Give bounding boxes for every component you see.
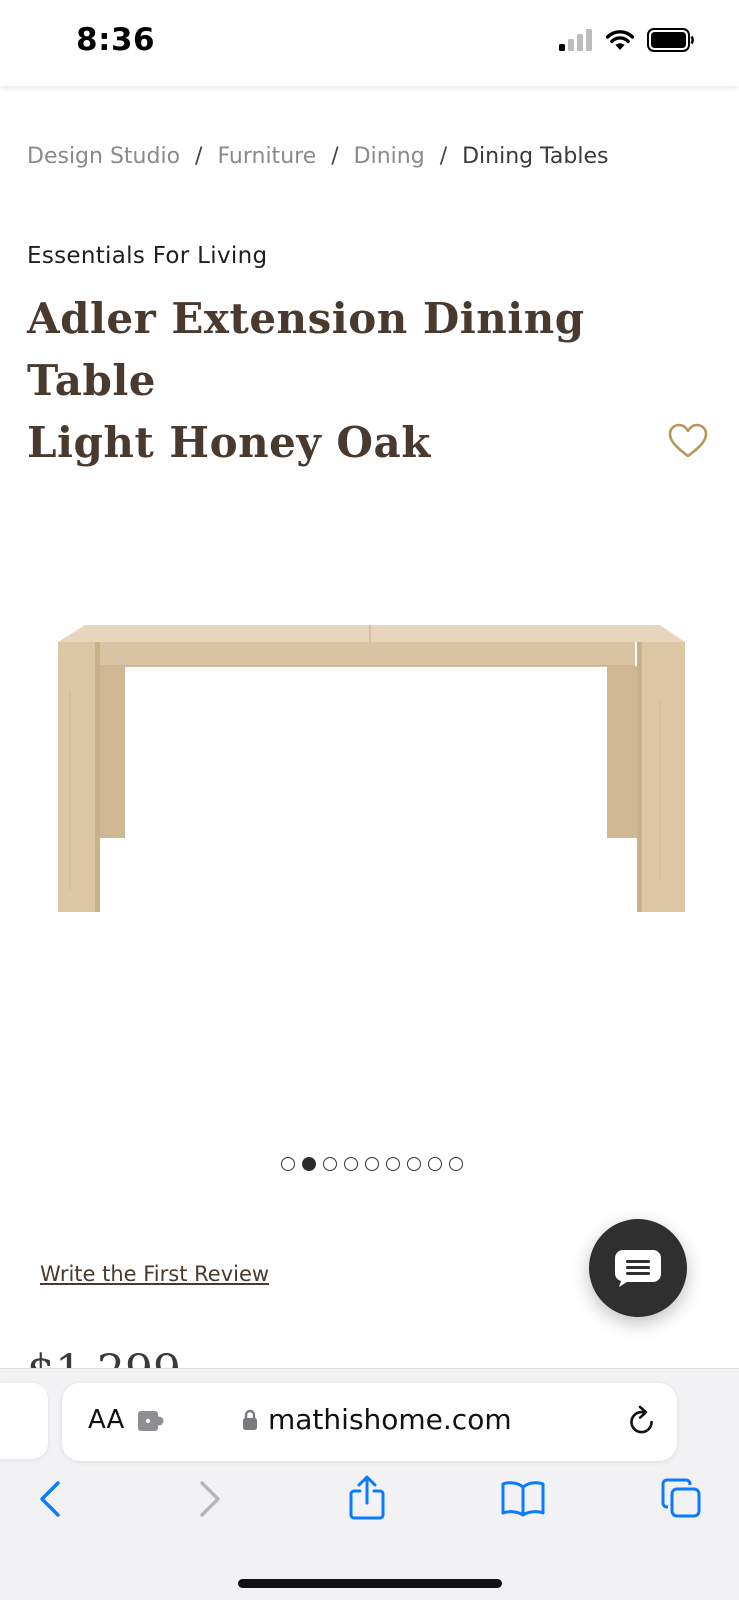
breadcrumb-design-studio[interactable]: Design Studio	[27, 144, 180, 169]
status-icons	[559, 28, 695, 52]
address-bar[interactable]: AA mathishome.com	[62, 1383, 677, 1461]
carousel-dot[interactable]	[428, 1157, 442, 1171]
share-icon[interactable]	[348, 1475, 386, 1521]
back-icon[interactable]	[36, 1479, 64, 1519]
previous-tab-peek[interactable]	[0, 1383, 48, 1459]
browser-toolbar	[0, 1475, 739, 1539]
home-indicator[interactable]	[238, 1579, 502, 1588]
carousel-dot[interactable]	[407, 1157, 421, 1171]
carousel-dot[interactable]	[449, 1157, 463, 1171]
product-brand[interactable]: Essentials For Living	[27, 243, 267, 269]
browser-bottom-bar: AA mathishome.com	[0, 1368, 739, 1600]
carousel-dot[interactable]	[344, 1157, 358, 1171]
battery-icon	[647, 28, 694, 52]
product-title: Adler Extension Dining Table Light Honey…	[27, 288, 687, 474]
status-time: 8:36	[76, 22, 156, 58]
carousel-dot[interactable]	[302, 1157, 316, 1171]
chat-bubble-icon	[615, 1250, 661, 1287]
lock-icon	[243, 1409, 257, 1430]
url-text: mathishome.com	[268, 1403, 512, 1436]
extension-puzzle-icon[interactable]	[137, 1409, 165, 1433]
bookmarks-icon[interactable]	[500, 1479, 546, 1517]
product-image[interactable]	[40, 590, 700, 920]
carousel-dots	[281, 1157, 463, 1171]
forward-icon[interactable]	[196, 1479, 224, 1519]
write-review-link[interactable]: Write the First Review	[40, 1262, 269, 1286]
product-price: $1,299	[27, 1350, 181, 1368]
cellular-signal-icon	[559, 29, 592, 51]
breadcrumb-separator: /	[195, 144, 203, 169]
carousel-dot[interactable]	[323, 1157, 337, 1171]
carousel-dot[interactable]	[386, 1157, 400, 1171]
product-title-line2: Light Honey Oak	[27, 418, 431, 467]
reload-icon[interactable]	[627, 1405, 657, 1437]
wifi-icon	[605, 30, 635, 50]
status-bar: 8:36	[0, 0, 739, 86]
breadcrumb-dining-tables: Dining Tables	[462, 144, 609, 169]
carousel-dot[interactable]	[281, 1157, 295, 1171]
chat-button[interactable]	[589, 1219, 687, 1317]
product-title-line1: Adler Extension Dining Table	[27, 294, 585, 405]
tabs-icon[interactable]	[660, 1477, 702, 1519]
carousel-dot[interactable]	[365, 1157, 379, 1171]
url-display[interactable]: mathishome.com	[242, 1403, 512, 1436]
wishlist-heart-icon[interactable]	[668, 423, 708, 459]
breadcrumb-separator: /	[439, 144, 448, 169]
breadcrumb: Design Studio / Furniture / Dining / Din…	[27, 144, 608, 169]
breadcrumb-dining[interactable]: Dining	[354, 144, 425, 169]
text-size-button[interactable]: AA	[88, 1405, 124, 1435]
breadcrumb-furniture[interactable]: Furniture	[217, 144, 316, 169]
breadcrumb-separator: /	[331, 144, 339, 169]
